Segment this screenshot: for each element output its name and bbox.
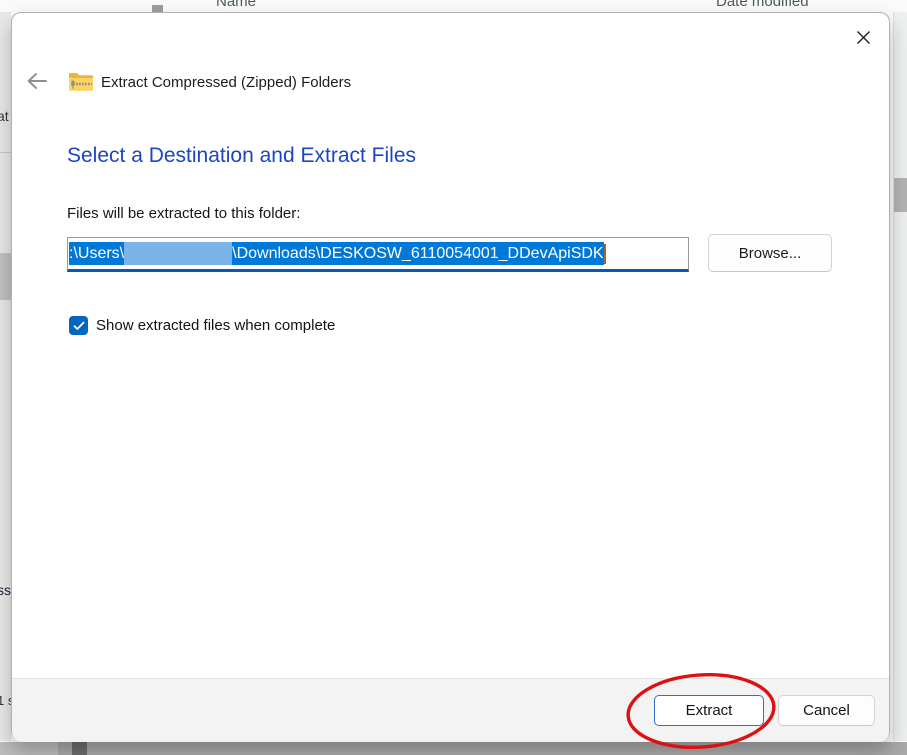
- close-icon: [856, 30, 871, 45]
- background-bottom-segment: [0, 742, 58, 755]
- background-scrollbar-thumb-right[interactable]: [894, 178, 907, 212]
- show-extracted-label: Show extracted files when complete: [96, 317, 335, 334]
- screenshot-root: Name Date modified at ss 1 s: [0, 0, 907, 755]
- back-arrow-icon: [25, 70, 49, 92]
- close-button[interactable]: [849, 23, 877, 51]
- background-text-fragment: ss: [0, 582, 11, 598]
- back-button[interactable]: [25, 70, 49, 92]
- dialog-footer: Extract Cancel: [12, 678, 889, 742]
- destination-path-input[interactable]: :\Users\ \Downloads\DESKOSW_6110054001_D…: [67, 237, 689, 272]
- header-checkbox-icon: [152, 5, 163, 12]
- column-header-date-modified[interactable]: Date modified: [716, 0, 809, 10]
- background-right-strip: [893, 12, 907, 741]
- background-bottom-dark-bar: [72, 742, 87, 755]
- extract-dialog: Extract Compressed (Zipped) Folders Sele…: [11, 12, 890, 741]
- background-explorer-topbar: Name Date modified: [0, 0, 907, 12]
- page-heading: Select a Destination and Extract Files: [67, 144, 416, 168]
- redacted-username-blur: [124, 242, 232, 265]
- browse-button[interactable]: Browse...: [708, 234, 832, 272]
- background-bottom-strip: [0, 742, 907, 755]
- background-scrollbar-thumb[interactable]: [0, 253, 11, 300]
- path-prefix: :\Users\: [69, 245, 124, 263]
- column-header-name[interactable]: Name: [216, 0, 256, 10]
- zip-folder-icon: [68, 71, 94, 92]
- cancel-button[interactable]: Cancel: [778, 695, 875, 726]
- extract-button[interactable]: Extract: [654, 695, 764, 726]
- background-text-fragment: at: [0, 108, 9, 124]
- background-divider: [0, 152, 11, 153]
- checkmark-icon: [73, 321, 85, 331]
- background-left-strip: at ss 1 s: [0, 12, 11, 741]
- show-extracted-option: Show extracted files when complete: [69, 316, 335, 335]
- dialog-title: Extract Compressed (Zipped) Folders: [101, 74, 351, 91]
- background-text-fragment: 1 s: [0, 693, 11, 708]
- destination-label: Files will be extracted to this folder:: [67, 205, 300, 222]
- text-caret: [604, 244, 606, 264]
- show-extracted-checkbox[interactable]: [69, 316, 88, 335]
- path-suffix: \Downloads\DESKOSW_6110054001_DDevApiSDK: [232, 245, 603, 263]
- selected-path-text: :\Users\ \Downloads\DESKOSW_6110054001_D…: [69, 242, 604, 265]
